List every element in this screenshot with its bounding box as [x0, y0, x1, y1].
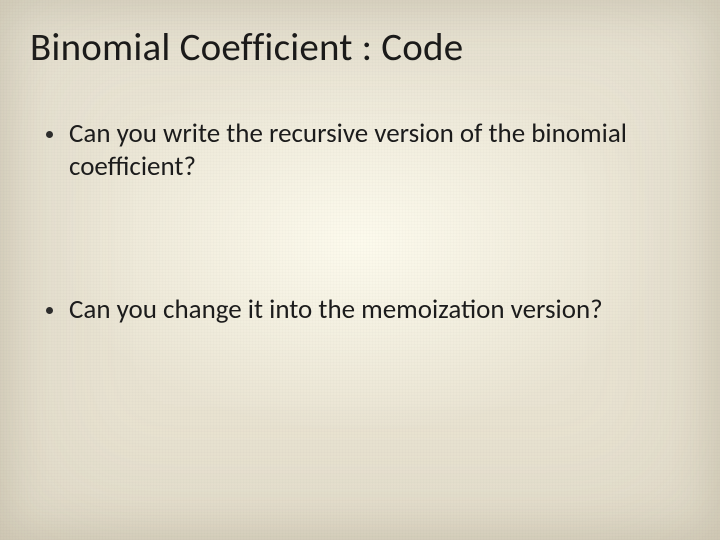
bullet-icon [46, 307, 53, 314]
slide-title: Binomial Coefficient : Code [30, 24, 463, 71]
bullet-text: Can you change it into the memoization v… [69, 294, 660, 327]
bullet-text: Can you write the recursive version of t… [69, 118, 660, 184]
slide: Binomial Coefficient : Code Can you writ… [0, 0, 720, 540]
list-item: Can you change it into the memoization v… [46, 294, 660, 327]
list-item: Can you write the recursive version of t… [46, 118, 660, 184]
slide-body: Can you write the recursive version of t… [46, 118, 660, 327]
bullet-icon [46, 131, 53, 138]
